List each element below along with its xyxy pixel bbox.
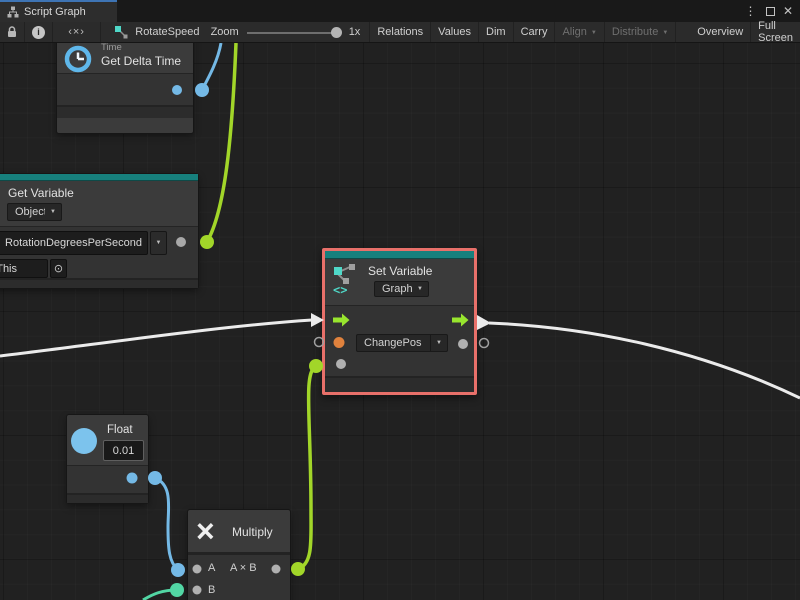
wire-end-deltatime[interactable] <box>195 83 209 97</box>
svg-text:<>: <> <box>333 283 347 296</box>
close-icon[interactable]: ✕ <box>779 0 797 22</box>
chevron-down-icon: ▼ <box>591 30 597 36</box>
chevron-down-icon: ▼ <box>45 209 61 215</box>
node-subtitle: Time <box>101 43 122 53</box>
dim-button[interactable]: Dim <box>479 22 514 42</box>
zoom-label: Zoom <box>211 26 239 38</box>
variable-name-dropdown[interactable]: ChangePos ▼ <box>356 334 448 352</box>
node-accent-bar <box>325 251 474 259</box>
variable-name-field[interactable]: RotationDegreesPerSecond <box>0 231 148 255</box>
node-footer <box>67 493 148 503</box>
node-title: Get Delta Time <box>101 54 181 68</box>
title-bar: Script Graph ⋮ ✕ <box>0 0 800 22</box>
node-port-area <box>188 552 290 600</box>
port-label-a-times-b: A × B <box>230 562 257 574</box>
distribute-button: Distribute▼ <box>605 22 676 42</box>
graph-toolbar: i ‹×› RotateSpeed Zoom 1x Relations Valu… <box>0 22 800 43</box>
target-field[interactable]: This <box>0 259 48 278</box>
node-get-delta-time[interactable]: Time Get Delta Time <box>57 43 193 133</box>
zoom-slider[interactable] <box>247 22 341 43</box>
values-button[interactable]: Values <box>431 22 479 42</box>
node-title: Get Variable <box>8 186 74 200</box>
chevron-down-icon: ▼ <box>412 286 428 292</box>
node-float-literal[interactable]: Float 0.01 <box>67 415 148 503</box>
port-label-b: B <box>208 584 215 596</box>
wire-end-float[interactable] <box>148 471 162 485</box>
node-port-area <box>67 465 148 493</box>
wire-rotation-variable[interactable] <box>207 43 236 242</box>
object-picker-icon[interactable]: ⊙ <box>50 259 67 278</box>
wire-end-setvar-in[interactable] <box>309 359 323 373</box>
overview-button[interactable]: Overview <box>690 22 751 42</box>
graph-name: RotateSpeed <box>135 26 199 38</box>
variable-scope-dropdown[interactable]: Graph ▼ <box>374 281 429 297</box>
tab-script-graph[interactable]: Script Graph <box>0 0 117 22</box>
node-footer <box>0 278 198 288</box>
wire-end-multiply-b[interactable] <box>170 583 184 597</box>
node-footer <box>57 105 193 118</box>
node-footer <box>325 376 474 392</box>
zoom-value: 1x <box>349 26 361 38</box>
tab-title: Script Graph <box>24 6 86 18</box>
flow-wire-left[interactable] <box>0 320 312 356</box>
wire-multiply-to-setvar[interactable] <box>298 366 316 569</box>
align-button: Align▼ <box>555 22 604 42</box>
flow-arrow-out-of-setvar[interactable] <box>477 315 491 330</box>
node-accent-bar <box>0 174 198 181</box>
node-get-variable[interactable]: Get Variable Object ▼ RotationDegreesPer… <box>0 174 198 288</box>
wire-to-multiply-b[interactable] <box>143 590 177 600</box>
port-label-a: A <box>208 562 215 574</box>
flow-wire-right[interactable] <box>489 323 800 398</box>
wire-delta-time-out[interactable] <box>202 43 221 90</box>
window-menu-icon[interactable]: ⋮ <box>742 0 760 22</box>
port-empty-right[interactable] <box>480 339 489 348</box>
fullscreen-button[interactable]: Full Screen <box>751 22 800 42</box>
node-port-area <box>57 73 193 105</box>
wire-end-rotation[interactable] <box>200 235 214 249</box>
info-icon[interactable]: i <box>25 22 53 42</box>
clock-icon <box>63 44 93 74</box>
maximize-icon[interactable] <box>761 0 779 22</box>
float-value-field[interactable]: 0.01 <box>103 440 144 461</box>
wire-float-to-multiply[interactable] <box>155 478 178 570</box>
lock-icon[interactable] <box>0 22 25 42</box>
node-multiply[interactable]: × Multiply A A × B B <box>188 510 290 600</box>
variable-scope-dropdown[interactable]: Object ▼ <box>7 203 62 221</box>
zoom-control: Zoom 1x <box>207 22 371 42</box>
graph-canvas[interactable]: Time Get Delta Time Get Variable Object … <box>0 43 800 600</box>
visual-scripting-window: Script Graph ⋮ ✕ i ‹×› RotateSpeed Zoom <box>0 0 800 600</box>
multiply-icon: × <box>196 510 215 552</box>
chevron-down-icon: ▼ <box>156 240 162 246</box>
zoom-slider-handle[interactable] <box>331 27 342 38</box>
carry-button[interactable]: Carry <box>514 22 556 42</box>
relations-button[interactable]: Relations <box>370 22 431 42</box>
script-graph-icon <box>7 6 19 18</box>
variable-name-dropdown-button[interactable]: ▼ <box>150 231 167 255</box>
set-variable-icon: <> <box>333 264 359 296</box>
node-title: Float <box>107 424 133 436</box>
toolbar-buttons: Relations Values Dim Carry Align▼ Distri… <box>370 22 800 42</box>
wire-end-multiply-a[interactable] <box>171 563 185 577</box>
code-preview-icon[interactable]: ‹×› <box>53 22 101 42</box>
graph-breadcrumb[interactable]: RotateSpeed <box>101 22 206 42</box>
node-title: Set Variable <box>368 264 432 278</box>
node-set-variable[interactable]: <> Set Variable Graph ▼ ChangePos ▼ <box>322 248 477 395</box>
float-type-icon <box>71 428 97 454</box>
chevron-down-icon: ▼ <box>431 340 447 346</box>
wire-end-multiply-out[interactable] <box>291 562 305 576</box>
chevron-down-icon: ▼ <box>662 30 668 36</box>
graph-glyph-icon <box>115 26 128 39</box>
node-title: Multiply <box>232 525 273 539</box>
